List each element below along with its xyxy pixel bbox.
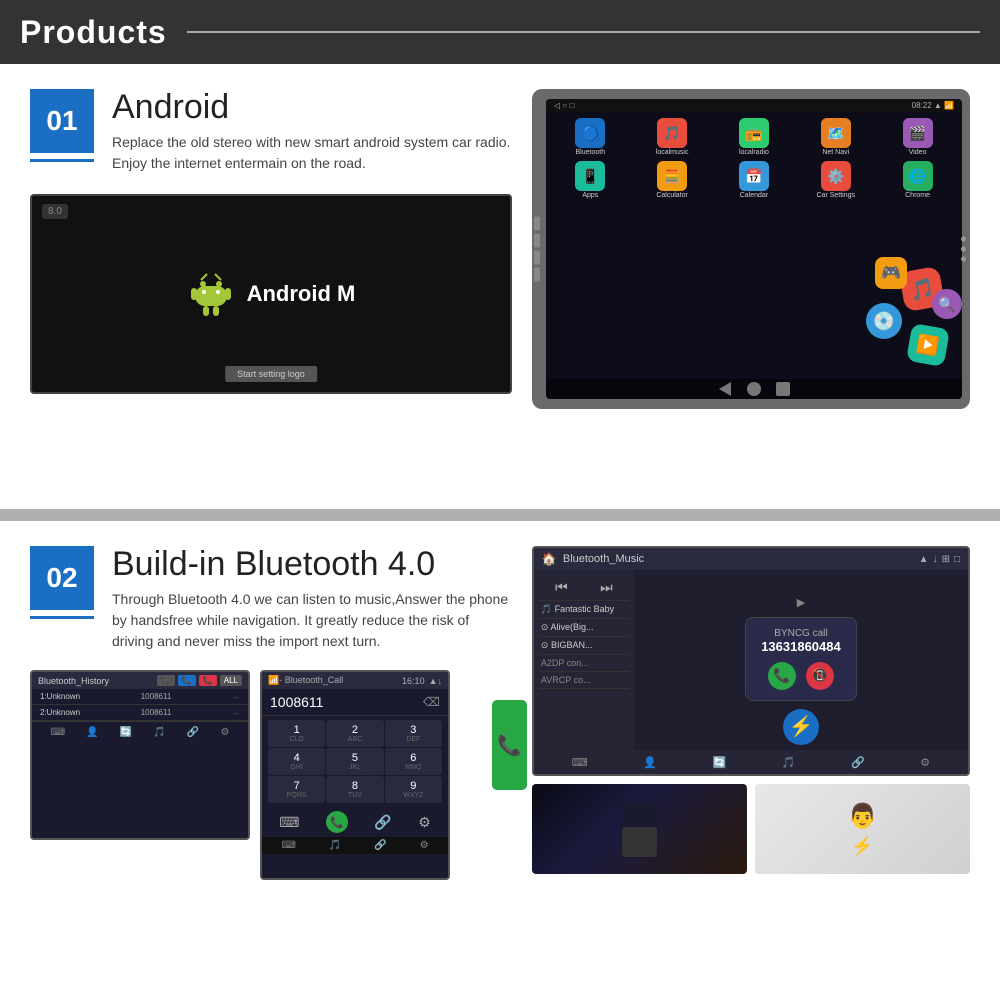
photo-thumbnails: 👨 ⚡ <box>532 784 970 874</box>
driving-photo <box>532 784 747 874</box>
bt-music-screen: 🏠 Bluetooth_Music ▲↓⊞□ ⏮ ⏭ 🎵 Fantastic B… <box>532 546 970 776</box>
app-carsettings[interactable]: ⚙️ Car Settings <box>797 161 874 199</box>
android-m-text: Android M <box>247 281 356 307</box>
section-divider-1 <box>0 509 1000 521</box>
radio-left-buttons <box>534 217 540 282</box>
app-video[interactable]: 🎬 Video <box>879 118 956 156</box>
section-bluetooth: 02 Build-in Bluetooth 4.0 Through Blueto… <box>0 521 1000 1001</box>
android-version-badge: 8.0 <box>42 204 68 219</box>
app-chrome[interactable]: 🌐 Chrome <box>879 161 956 199</box>
bt-reject-button[interactable]: 📵 <box>806 662 834 690</box>
floating-icons-area: 🎵 💿 🎮 ▶️ 🔍 <box>832 239 962 369</box>
bt-dialpad-screen: 📶- Bluetooth_Call 16:10 ▲↓ 1008611 ⌫ 1CL… <box>260 670 450 880</box>
person-bt-photo: 👨 ⚡ <box>755 784 970 874</box>
bt-icon: ⚡ <box>783 709 819 745</box>
android-start-button[interactable]: Start setting logo <box>225 366 317 382</box>
app-calculator[interactable]: 🧮 Calculator <box>634 161 711 199</box>
bt-call-popup: BYNCG call 13631860484 📞 📵 <box>745 617 857 701</box>
bt-screens-group: Bluetooth_History 📞 📞 📞 ALL 1:Unknown 10… <box>30 670 512 880</box>
badge2-underline <box>30 616 94 619</box>
android-boot-screen: 8.0 <box>30 194 512 394</box>
section1-title: Android <box>112 89 512 126</box>
android-robot-icon <box>187 270 235 318</box>
apps-grid: 🔵 Bluetooth 🎵 localmusic 📻 localradio <box>546 112 962 205</box>
android-status-bar: ◁ ○ □ 08:22 ▲ 📶 <box>546 99 962 112</box>
app-netnavi[interactable]: 🗺️ Net Navi <box>797 118 874 156</box>
bt-answer-button[interactable]: 📞 <box>768 662 796 690</box>
app-localmusic[interactable]: 🎵 localmusic <box>634 118 711 156</box>
bt-history-screen: Bluetooth_History 📞 📞 📞 ALL 1:Unknown 10… <box>30 670 250 840</box>
header-divider <box>187 31 980 33</box>
section-android: 01 Android Replace the old stereo with n… <box>0 64 1000 509</box>
bt-nav-bar: ⌨ 👤 🔄 🎵 🔗 ⚙ <box>534 750 968 774</box>
car-radio-mockup: ◁ ○ □ 08:22 ▲ 📶 🔵 Bluetooth 🎵 localmusic <box>532 89 970 409</box>
android-nav-bar <box>546 379 962 399</box>
section2-badge: 02 <box>30 546 94 610</box>
app-apps[interactable]: 📱 Apps <box>552 161 629 199</box>
page-header: Products <box>0 0 1000 64</box>
section2-description: Through Bluetooth 4.0 we can listen to m… <box>112 589 512 652</box>
section2-title: Build-in Bluetooth 4.0 <box>112 546 512 583</box>
section1-badge: 01 <box>30 89 94 153</box>
android-logo-group: Android M <box>187 270 356 318</box>
radio-right-dots <box>961 237 966 262</box>
section1-description: Replace the old stereo with new smart an… <box>112 132 512 174</box>
app-bluetooth[interactable]: 🔵 Bluetooth <box>552 118 629 156</box>
app-calendar[interactable]: 📅 Calendar <box>716 161 793 199</box>
app-localradio[interactable]: 📻 localradio <box>716 118 793 156</box>
page-title: Products <box>20 14 167 51</box>
badge-underline <box>30 159 94 162</box>
